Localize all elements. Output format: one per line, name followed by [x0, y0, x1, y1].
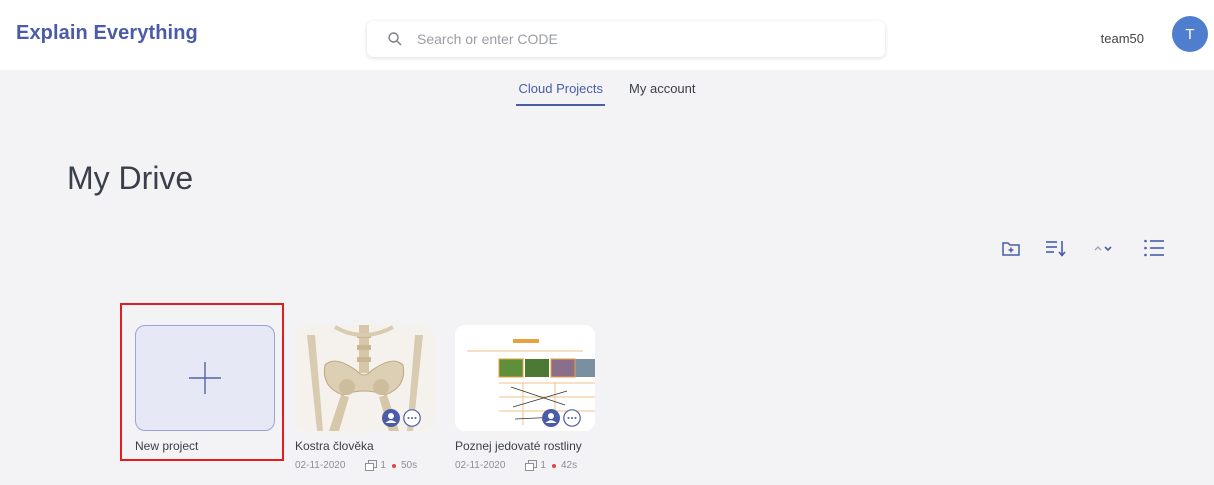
- search-icon: [388, 32, 402, 46]
- user-icon: [542, 409, 560, 427]
- pages-icon: [525, 460, 538, 471]
- username[interactable]: team50: [1101, 31, 1144, 46]
- page-count-value: 1: [540, 460, 546, 471]
- top-bar: Explain Everything team50 T: [0, 0, 1214, 70]
- project-name[interactable]: Kostra člověka: [295, 439, 435, 453]
- project-badges: [542, 409, 581, 427]
- list-view-icon[interactable]: [1142, 236, 1166, 260]
- project-thumbnail[interactable]: [455, 325, 595, 431]
- project-card[interactable]: Poznej jedovaté rostliny 02-11-2020 1 42…: [455, 325, 595, 471]
- pages-icon: [365, 460, 378, 471]
- project-duration: 42s: [551, 460, 578, 471]
- project-name[interactable]: Poznej jedovaté rostliny: [455, 439, 595, 453]
- recording-dot-icon: [551, 463, 556, 468]
- highlight-box: [120, 303, 284, 461]
- sort-order-icon[interactable]: [1092, 236, 1116, 260]
- project-thumbnail[interactable]: [295, 325, 435, 431]
- sort-icon[interactable]: [1044, 236, 1068, 260]
- project-meta: 02-11-2020 1 50s: [295, 460, 435, 471]
- search-box[interactable]: [367, 21, 885, 57]
- tab-my-account[interactable]: My account: [627, 74, 697, 104]
- avatar[interactable]: T: [1172, 16, 1208, 52]
- project-badges: [382, 409, 421, 427]
- more-options-icon[interactable]: [563, 409, 581, 427]
- app-logo[interactable]: Explain Everything: [16, 22, 198, 45]
- tab-bar: Cloud Projects My account: [0, 74, 1214, 114]
- new-folder-icon[interactable]: [999, 236, 1023, 260]
- duration-value: 42s: [560, 460, 578, 471]
- page: Explain Everything team50 T Cloud Projec…: [0, 0, 1214, 485]
- page-count-value: 1: [380, 460, 386, 471]
- project-duration: 50s: [391, 460, 418, 471]
- page-title: My Drive: [67, 160, 194, 196]
- page-count: 1: [525, 460, 546, 471]
- more-options-icon[interactable]: [403, 409, 421, 427]
- tab-cloud-projects[interactable]: Cloud Projects: [516, 74, 606, 106]
- project-meta: 02-11-2020 1 42s: [455, 460, 595, 471]
- project-date: 02-11-2020: [295, 460, 346, 471]
- user-icon: [382, 409, 400, 427]
- project-card[interactable]: Kostra člověka 02-11-2020 1 50s: [295, 325, 435, 471]
- search-input[interactable]: [415, 30, 859, 48]
- page-count: 1: [365, 460, 386, 471]
- project-date: 02-11-2020: [455, 460, 506, 471]
- duration-value: 50s: [400, 460, 418, 471]
- recording-dot-icon: [391, 463, 396, 468]
